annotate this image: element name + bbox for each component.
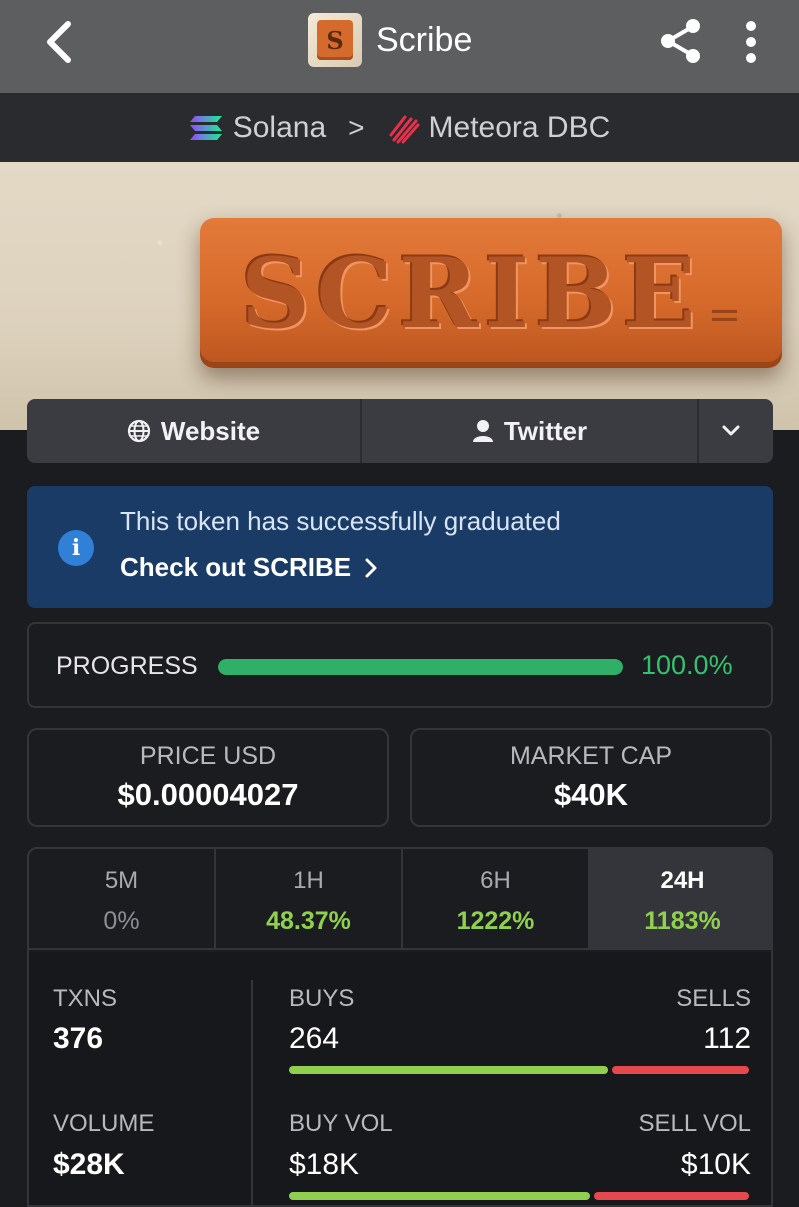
tab-1h[interactable]: 1H 48.37% bbox=[216, 849, 403, 948]
price-usd-label: PRICE USD bbox=[139, 742, 277, 770]
txns-value: 376 bbox=[53, 1022, 104, 1055]
tab-6h[interactable]: 6H 1222% bbox=[403, 849, 590, 948]
breadcrumb: Solana > Meteora DBC bbox=[0, 93, 799, 162]
solana-icon bbox=[189, 115, 222, 140]
market-cap-label: MARKET CAP bbox=[509, 742, 673, 770]
bonding-progress: PROGRESS 100.0% bbox=[27, 622, 773, 708]
more-links-button[interactable] bbox=[699, 399, 773, 463]
progress-bar bbox=[218, 659, 623, 675]
tab-change: 1183% bbox=[644, 907, 721, 935]
price-usd-value: $0.00004027 bbox=[117, 777, 299, 812]
breadcrumb-dex-label: Meteora DBC bbox=[428, 110, 611, 144]
buy-vol-label: BUY VOL bbox=[289, 1110, 393, 1137]
sells-bar-segment bbox=[612, 1066, 749, 1074]
tab-change: 1222% bbox=[456, 907, 535, 935]
more-vertical-icon bbox=[746, 21, 756, 63]
buy-vol-bar-segment bbox=[289, 1192, 590, 1200]
top-app-bar: S Scribe bbox=[0, 0, 799, 93]
website-label: Website bbox=[160, 415, 261, 446]
sell-vol-value: $10K bbox=[680, 1148, 751, 1181]
graduated-notice[interactable]: i This token has successfully graduated … bbox=[27, 486, 773, 608]
buys-sells-bar bbox=[289, 1066, 749, 1074]
tab-5m[interactable]: 5M 0% bbox=[29, 849, 216, 948]
notice-cta-link[interactable]: Check out SCRIBE bbox=[120, 552, 379, 583]
token-banner-image: SCRIBE = bbox=[0, 162, 799, 430]
share-icon bbox=[661, 19, 700, 63]
breadcrumb-dex[interactable]: Meteora DBC bbox=[387, 110, 611, 145]
notice-cta-label: Check out SCRIBE bbox=[120, 552, 352, 582]
tab-label: 1H bbox=[293, 867, 324, 894]
txns-label: TXNS bbox=[53, 985, 118, 1012]
sell-vol-bar-segment bbox=[594, 1192, 749, 1200]
buys-value: 264 bbox=[289, 1022, 340, 1055]
breadcrumb-separator: > bbox=[348, 111, 365, 143]
breadcrumb-chain-label: Solana bbox=[232, 110, 327, 144]
banner-text: SCRIBE bbox=[240, 236, 702, 350]
token-logo-letter: S bbox=[317, 20, 353, 60]
progress-label: PROGRESS bbox=[56, 652, 198, 680]
stats-divider bbox=[251, 980, 253, 1205]
globe-icon bbox=[127, 419, 150, 443]
website-button[interactable]: Website bbox=[27, 399, 362, 463]
banner-brick: SCRIBE = bbox=[200, 218, 782, 368]
buy-sell-volume-bar bbox=[289, 1192, 749, 1200]
chevron-down-icon bbox=[722, 425, 740, 436]
user-icon bbox=[472, 420, 493, 442]
share-button[interactable] bbox=[656, 16, 706, 66]
buy-vol-value: $18K bbox=[289, 1148, 360, 1181]
more-options-button[interactable] bbox=[736, 14, 766, 70]
breadcrumb-chain[interactable]: Solana bbox=[189, 111, 326, 145]
tab-label: 24H bbox=[660, 867, 705, 894]
buys-label: BUYS bbox=[289, 985, 355, 1012]
market-cap-value: $40K bbox=[553, 777, 629, 812]
sells-value: 112 bbox=[703, 1022, 751, 1055]
back-button[interactable] bbox=[38, 16, 86, 68]
volume-value: $28K bbox=[53, 1148, 125, 1181]
social-links-row: Website Twitter bbox=[27, 399, 773, 463]
info-icon: i bbox=[58, 530, 94, 566]
tab-label: 5M bbox=[104, 867, 139, 894]
price-usd-card: PRICE USD $0.00004027 bbox=[27, 728, 389, 827]
sell-vol-label: SELL VOL bbox=[638, 1110, 751, 1137]
volume-label: VOLUME bbox=[53, 1110, 155, 1137]
back-icon bbox=[47, 21, 71, 63]
sells-label: SELLS bbox=[676, 985, 751, 1012]
notice-message: This token has successfully graduated bbox=[120, 506, 561, 536]
tab-24h[interactable]: 24H 1183% bbox=[590, 849, 771, 948]
trading-stats-panel: 5M 0% 1H 48.37% 6H 1222% 24H 1183% TXNS … bbox=[27, 847, 773, 1207]
txn-stats: TXNS 376 BUYS 264 SELLS 112 VOLUME $28K … bbox=[29, 952, 771, 1205]
tab-change: 0% bbox=[103, 907, 140, 935]
timeframe-tabs: 5M 0% 1H 48.37% 6H 1222% 24H 1183% bbox=[29, 849, 771, 950]
twitter-button[interactable]: Twitter bbox=[362, 399, 699, 463]
page-title: Scribe bbox=[376, 20, 473, 59]
chevron-right-icon bbox=[365, 558, 377, 577]
tab-change: 48.37% bbox=[266, 907, 351, 935]
token-title: S Scribe bbox=[308, 12, 472, 68]
buys-bar-segment bbox=[289, 1066, 608, 1074]
tab-label: 6H bbox=[480, 867, 511, 894]
meteora-icon bbox=[389, 115, 420, 143]
token-logo: S bbox=[308, 13, 362, 67]
progress-bar-fill bbox=[218, 659, 623, 675]
twitter-label: Twitter bbox=[503, 415, 588, 446]
progress-value: 100.0% bbox=[641, 650, 733, 680]
market-cap-card: MARKET CAP $40K bbox=[410, 728, 772, 827]
banner-mark: = bbox=[707, 292, 742, 338]
